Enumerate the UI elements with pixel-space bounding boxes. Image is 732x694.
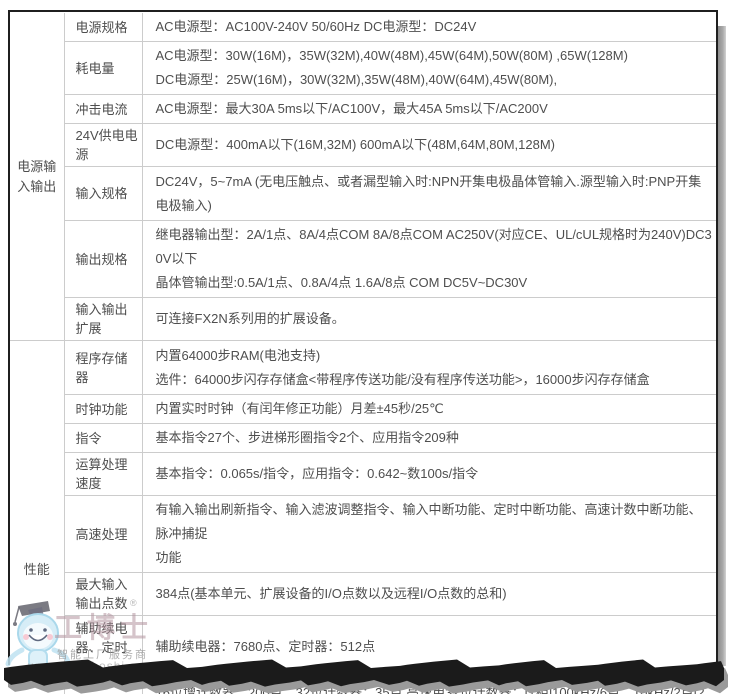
spec-label: 24V供电电源 (64, 124, 142, 167)
torn-edge-decoration (4, 656, 730, 694)
table-row: 指令 基本指令27个、步进梯形圈指令2个、应用指令209种 (10, 424, 716, 453)
spec-label: 输入规格 (64, 167, 142, 221)
table-row: 运算处理速度 基本指令：0.065s/指令，应用指令：0.642~数100s/指… (10, 453, 716, 496)
spec-label: 冲击电流 (64, 95, 142, 124)
spec-value: AC电源型：最大30A 5ms以下/AC100V，最大45A 5ms以下/AC2… (142, 95, 716, 124)
table-row: 输入输出扩展 可连接FX2N系列用的扩展设备。 (10, 298, 716, 341)
spec-label: 输出规格 (64, 221, 142, 298)
spec-label: 运算处理速度 (64, 453, 142, 496)
spec-label: 输入输出扩展 (64, 298, 142, 341)
table-row: 电源输入输出 电源规格 AC电源型：AC100V-240V 50/60Hz DC… (10, 13, 716, 42)
table-row: 输入规格 DC24V，5~7mA (无电压触点、或者漏型输入时:NPN开集电极晶… (10, 167, 716, 221)
table-row: 最大输入输出点数 384点(基本单元、扩展设备的I/O点数以及远程I/O点数的总… (10, 573, 716, 616)
spec-value: 可连接FX2N系列用的扩展设备。 (142, 298, 716, 341)
spec-value: 384点(基本单元、扩展设备的I/O点数以及远程I/O点数的总和) (142, 573, 716, 616)
spec-value: 内置实时时钟（有闰年修正功能）月差±45秒/25℃ (142, 395, 716, 424)
spec-value: AC电源型：AC100V-240V 50/60Hz DC电源型：DC24V (142, 13, 716, 42)
page-background: 电源输入输出 电源规格 AC电源型：AC100V-240V 50/60Hz DC… (0, 0, 732, 694)
spec-value: DC24V，5~7mA (无电压触点、或者漏型输入时:NPN开集电极晶体管输入.… (142, 167, 716, 221)
table-row: 冲击电流 AC电源型：最大30A 5ms以下/AC100V，最大45A 5ms以… (10, 95, 716, 124)
spec-value: 继电器输出型：2A/1点、8A/4点COM 8A/8点COM AC250V(对应… (142, 221, 716, 298)
table-row: 输出规格 继电器输出型：2A/1点、8A/4点COM 8A/8点COM AC25… (10, 221, 716, 298)
spec-table: 电源输入输出 电源规格 AC电源型：AC100V-240V 50/60Hz DC… (10, 13, 716, 694)
table-row: 性能 程序存储器 内置64000步RAM(电池支持) 选件：64000步闪存存储… (10, 341, 716, 395)
spec-sheet-page: 电源输入输出 电源规格 AC电源型：AC100V-240V 50/60Hz DC… (8, 10, 718, 665)
section-category: 电源输入输出 (10, 13, 64, 341)
spec-label: 最大输入输出点数 (64, 573, 142, 616)
spec-value: 基本指令27个、步进梯形圈指令2个、应用指令209种 (142, 424, 716, 453)
spec-label: 电源规格 (64, 13, 142, 42)
spec-value: 基本指令：0.065s/指令，应用指令：0.642~数100s/指令 (142, 453, 716, 496)
spec-value: 内置64000步RAM(电池支持) 选件：64000步闪存存储盒<带程序传送功能… (142, 341, 716, 395)
spec-value: 有输入输出刷新指令、输入滤波调整指令、输入中断功能、定时中断功能、高速计数中断功… (142, 496, 716, 573)
spec-label: 高速处理 (64, 496, 142, 573)
page-drop-shadow (718, 26, 726, 666)
spec-label: 耗电量 (64, 42, 142, 95)
table-row: 时钟功能 内置实时时钟（有闰年修正功能）月差±45秒/25℃ (10, 395, 716, 424)
spec-label: 时钟功能 (64, 395, 142, 424)
table-row: 耗电量 AC电源型：30W(16M)，35W(32M),40W(48M),45W… (10, 42, 716, 95)
spec-value: DC电源型：400mA以下(16M,32M) 600mA以下(48M,64M,8… (142, 124, 716, 167)
section-category: 性能 (10, 341, 64, 694)
table-row: 24V供电电源 DC电源型：400mA以下(16M,32M) 600mA以下(4… (10, 124, 716, 167)
spec-label: 程序存储器 (64, 341, 142, 395)
table-row: 高速处理 有输入输出刷新指令、输入滤波调整指令、输入中断功能、定时中断功能、高速… (10, 496, 716, 573)
spec-value: AC电源型：30W(16M)，35W(32M),40W(48M),45W(64M… (142, 42, 716, 95)
spec-label: 指令 (64, 424, 142, 453)
